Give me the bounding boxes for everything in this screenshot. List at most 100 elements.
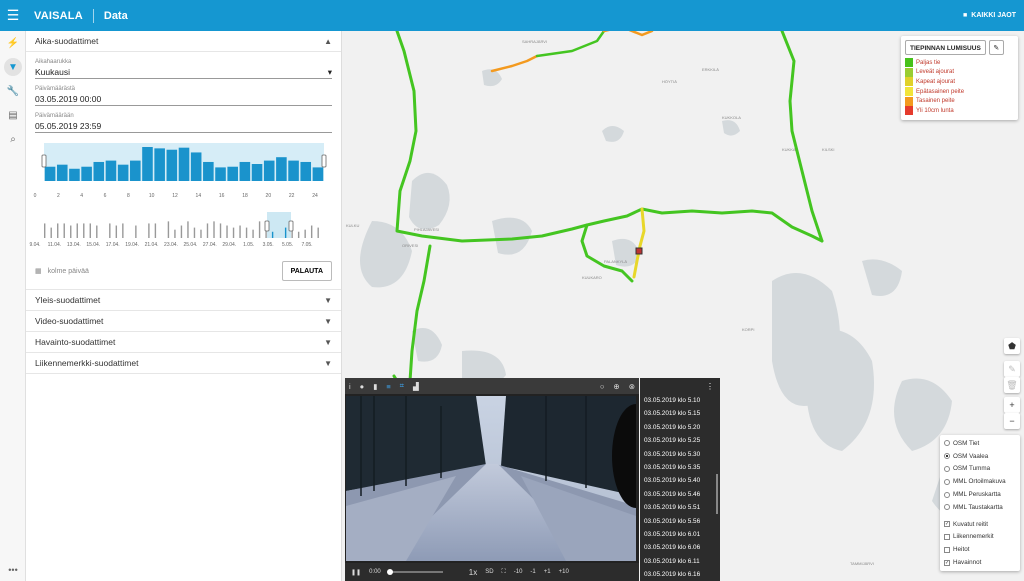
base-layer-option[interactable]: MML Taustakartta [944, 501, 1016, 514]
overlay-layer-option[interactable]: ✓ Havainnot [944, 556, 1016, 569]
chevron-up-icon: ▲ [324, 36, 332, 46]
skip-back-1-button[interactable]: -1 [530, 569, 535, 575]
day-histogram[interactable] [35, 212, 332, 242]
legend-title[interactable]: TIEPINNAN LUMISUUS [905, 40, 986, 55]
timestamp-item[interactable]: 03.05.2019 klo 5.35 [640, 461, 720, 474]
range-handle[interactable] [41, 154, 47, 168]
radio-button[interactable] [944, 440, 950, 447]
overlay-layer-option[interactable]: Liikennemerkit [944, 531, 1016, 544]
to-date-input[interactable]: 05.05.2019 23:59 [35, 119, 332, 133]
timestamp-item[interactable]: 03.05.2019 klo 5.56 [640, 515, 720, 528]
timestamp-item[interactable]: 03.05.2019 klo 5.40 [640, 474, 720, 487]
day-bar [297, 231, 300, 238]
day-bar [50, 227, 52, 238]
day-bar [271, 231, 274, 238]
overlay-layer-option[interactable]: Heitot [944, 543, 1016, 556]
reset-button[interactable]: PALAUTA [281, 261, 332, 281]
checkbox[interactable]: ✓ [944, 521, 950, 528]
close-icon[interactable]: ⊗ [629, 382, 635, 391]
timestamp-item[interactable]: 03.05.2019 klo 6.16 [640, 568, 720, 581]
more-options-icon[interactable]: ⋮ [706, 382, 714, 391]
minimize-icon[interactable]: ○ [600, 382, 605, 391]
video-scrubber[interactable] [386, 569, 443, 575]
bolt-icon[interactable]: ⚡ [0, 31, 26, 55]
polygon-tool-icon[interactable]: ⬟ [1004, 338, 1020, 354]
timestamp-item[interactable]: 03.05.2019 klo 5.46 [640, 488, 720, 501]
speed-button[interactable]: 1x [469, 568, 477, 577]
filter-section-header[interactable]: Liikennemerkki-suodattimet ▼ [26, 353, 341, 374]
scrubber-handle[interactable] [386, 569, 393, 575]
skip-back-10-button[interactable]: -10 [514, 569, 523, 575]
filter-section-header[interactable]: Havainto-suodattimet ▼ [26, 332, 341, 353]
filter-section-header[interactable]: Yleis-suodattimet ▼ [26, 290, 341, 311]
fullscreen-icon[interactable]: ⛶ [502, 569, 506, 576]
filter-section-header[interactable]: Video-suodattimet ▼ [26, 311, 341, 332]
timestamp-scrollbar[interactable] [716, 474, 718, 514]
overlay-layer-option[interactable]: ✓ Kuvatut reitit [944, 518, 1016, 531]
chart-icon[interactable]: ▟ [413, 382, 419, 391]
radio-button[interactable] [944, 465, 950, 472]
timestamp-item[interactable]: 03.05.2019 klo 6.06 [640, 541, 720, 554]
time-filters-header[interactable]: Aika-suodattimet ▲ [26, 31, 341, 52]
day-range-handle[interactable] [264, 220, 270, 232]
layer-label: MML Taustakartta [953, 503, 1003, 511]
timestamp-item[interactable]: 03.05.2019 klo 5.10 [640, 394, 720, 407]
timestamp-item[interactable]: 03.05.2019 klo 6.11 [640, 555, 720, 568]
timestamp-item[interactable]: 03.05.2019 klo 5.51 [640, 501, 720, 514]
info-icon[interactable]: i [349, 382, 351, 391]
timestamp-item[interactable]: 03.05.2019 klo 5.30 [640, 448, 720, 461]
wrench-icon[interactable]: 🔧 [0, 79, 26, 103]
zoom-out-button[interactable]: − [1004, 413, 1020, 429]
skip-forward-1-button[interactable]: +1 [544, 569, 551, 575]
radio-button[interactable] [944, 491, 950, 498]
checkbox[interactable] [944, 546, 950, 553]
timestamp-item[interactable]: 03.05.2019 klo 5.15 [640, 407, 720, 420]
hour-histogram[interactable] [35, 141, 332, 193]
timestamp-item[interactable]: 03.05.2019 klo 5.20 [640, 421, 720, 434]
timestamp-item[interactable]: 03.05.2019 klo 6.01 [640, 528, 720, 541]
delete-tool-icon[interactable]: 🗑 [1004, 377, 1020, 393]
base-layer-option[interactable]: OSM Vaalea [944, 450, 1016, 463]
edit-pencil-icon[interactable]: ✎ [988, 40, 1004, 55]
filter-section-title: Liikennemerkki-suodattimet [35, 358, 139, 368]
timestamp-item[interactable]: 03.05.2019 klo 5.25 [640, 434, 720, 447]
day-bar [174, 229, 176, 238]
from-date-input[interactable]: 03.05.2019 00:00 [35, 92, 332, 106]
filter-panel: Aika-suodattimet ▲ Aikahaarukka Kuukausi… [26, 31, 342, 581]
skip-forward-10-button[interactable]: +10 [559, 569, 569, 575]
checkbox[interactable]: ✓ [944, 559, 950, 566]
search-icon[interactable]: ⌕ [0, 127, 26, 151]
table-icon[interactable]: ▤ [0, 103, 26, 127]
hour-bar [263, 160, 275, 181]
quality-button[interactable]: SD [485, 569, 493, 575]
pause-icon[interactable]: ❚❚ [351, 569, 361, 576]
list-icon[interactable]: ≡ [386, 382, 390, 391]
range-handle[interactable] [321, 154, 327, 168]
zoom-in-button[interactable]: + [1004, 397, 1020, 413]
day-bar [187, 221, 189, 238]
trash-icon[interactable]: ▮ [373, 382, 377, 391]
crop-icon[interactable]: ⌗ [400, 381, 404, 391]
radio-button[interactable] [944, 478, 950, 485]
range-select[interactable]: Kuukausi ▾ [35, 65, 332, 79]
video-time: 0:00 [369, 569, 381, 575]
video-frame[interactable] [346, 396, 636, 561]
radio-button[interactable] [944, 453, 950, 460]
edit-tool-icon[interactable]: ✎ [1004, 361, 1020, 377]
base-layer-option[interactable]: MML Ortoilmakuva [944, 475, 1016, 488]
filter-icon[interactable]: ▼ [4, 58, 22, 76]
checkbox[interactable] [944, 533, 950, 540]
more-icon[interactable]: ••• [0, 565, 26, 575]
map-pin-icon[interactable]: ● [360, 382, 365, 391]
all-shares-button[interactable]: ■ KAIKKI JAOT [963, 0, 1016, 31]
base-layer-option[interactable]: OSM Tumma [944, 463, 1016, 476]
radio-button[interactable] [944, 504, 950, 511]
base-layer-option[interactable]: OSM Tiet [944, 437, 1016, 450]
day-range-handle[interactable] [288, 220, 294, 232]
day-tick-label: 1.05. [243, 242, 255, 248]
day-tick-label: 9.04. [29, 242, 41, 248]
base-layer-option[interactable]: MML Peruskartta [944, 488, 1016, 501]
map-place-label: HÖYTIÄ [662, 79, 677, 84]
add-icon[interactable]: ⊕ [613, 382, 619, 391]
hamburger-menu-icon[interactable]: ☰ [0, 0, 26, 31]
